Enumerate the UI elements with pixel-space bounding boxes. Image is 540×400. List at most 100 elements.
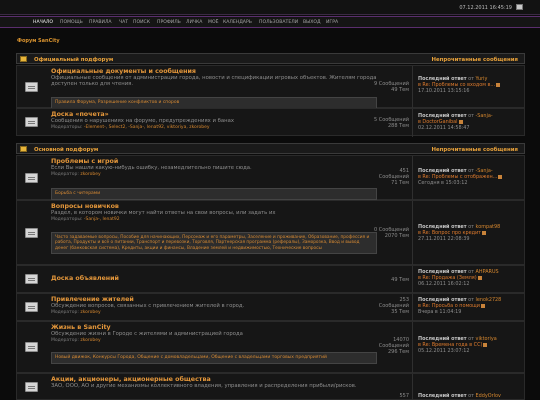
top-bar: 07.12.2011 16:45:19 xyxy=(0,0,540,15)
last-post: Последний ответ от -Sanja- в Re: Проблем… xyxy=(418,168,529,186)
nav-logout[interactable]: ВЫХОД xyxy=(303,20,321,25)
subforums[interactable]: Борьба с читерами xyxy=(51,188,377,200)
divider xyxy=(412,266,413,294)
unread-link[interactable]: Непрочитанные сообщения xyxy=(432,147,519,153)
breadcrumb[interactable]: Форум SanCity xyxy=(17,38,60,44)
goto-last-icon[interactable] xyxy=(498,174,503,179)
last-post: Последний ответ от viktoriya в Re: Време… xyxy=(418,336,529,354)
forum-description: Обсуждение вопросов, связанных с привлеч… xyxy=(51,303,245,309)
goto-last-icon[interactable] xyxy=(483,342,488,347)
category-icon xyxy=(20,56,27,62)
window-icon[interactable] xyxy=(516,4,523,10)
nav-chat[interactable]: ЧАТ xyxy=(119,20,128,25)
last-post: Последний ответ от AHPARUS в Re: Продажа… xyxy=(418,269,529,287)
divider xyxy=(412,109,413,137)
divider xyxy=(412,322,413,374)
nav-mine[interactable]: МОЁ xyxy=(208,20,218,25)
datetime: 07.12.2011 16:45:19 xyxy=(459,5,512,11)
last-post-date: 06.12.2011 16:02:12 xyxy=(418,281,470,287)
moderators: Модераторы: -Element-, Select2, -Sanja-,… xyxy=(51,125,210,130)
moderators: Модератор: zkorobey xyxy=(51,338,101,343)
forum-row: Официальные документы и сообщения Официа… xyxy=(16,65,525,109)
forum-read-icon xyxy=(25,81,38,92)
last-post-user[interactable]: -Sanja- xyxy=(476,113,493,119)
topic-count: 288 Тем xyxy=(387,123,409,129)
nav-messages[interactable]: ЛИЧКА xyxy=(186,20,202,25)
forum-row: Акции, акционеры, акционерные общества З… xyxy=(16,373,525,400)
category-title[interactable]: Основной подфорум xyxy=(34,147,98,153)
forum-title[interactable]: Вопросы новичков xyxy=(51,203,377,210)
subforums[interactable]: Новый движок, Конкурсы Города, Общение с… xyxy=(51,352,377,364)
topic-count: 71 Тем xyxy=(391,180,409,186)
forum-title[interactable]: Проблемы с игрой xyxy=(51,158,377,165)
divider xyxy=(412,201,413,266)
last-post-date: Вчера в 11:04:19 xyxy=(418,309,462,315)
last-post: Последний ответ от Yuriy в Re: Проблемы … xyxy=(418,76,529,94)
forum-stats: 14070 Сообщений 296 Тем xyxy=(373,337,409,355)
nav-help[interactable]: ПОМОЩЬ xyxy=(60,20,83,25)
forum-description: Официальные сообщения от администрации г… xyxy=(51,75,377,87)
category-icon xyxy=(20,146,27,152)
nav-home[interactable]: НАЧАЛО xyxy=(33,20,53,25)
forum-title[interactable]: Жизнь в SanCity xyxy=(51,324,377,331)
nav-users[interactable]: ПОЛЬЗОВАТЕЛИ xyxy=(259,20,298,25)
divider xyxy=(412,294,413,322)
moderators: Модератор: zkorobey xyxy=(51,172,101,177)
forum-read-icon xyxy=(25,302,38,312)
last-post: Последний ответ от kompat98 в Re: Вопрос… xyxy=(418,224,529,242)
subforums[interactable]: Часто задаваемые вопросы, Пособие для на… xyxy=(51,232,377,254)
forum-description: Раздел, в котором новички могут найти от… xyxy=(51,210,276,216)
last-post: Последний ответ от -Sanja- в DoctorGanib… xyxy=(418,113,529,131)
forum-description: Сообщения о нарушениях на форуме, предуп… xyxy=(51,118,234,124)
forum-row: Жизнь в SanCity Обсуждение жизни в Город… xyxy=(16,321,525,374)
goto-last-icon[interactable] xyxy=(477,275,482,280)
topic-count: 296 Тем xyxy=(387,349,409,355)
divider xyxy=(412,66,413,109)
category-header-official: Официальный подфорум Непрочитанные сообщ… xyxy=(16,53,525,64)
topic-count: 49 Тем xyxy=(391,277,409,283)
forum-stats: 0 Сообщений 2070 Тем xyxy=(373,227,409,239)
goto-last-icon[interactable] xyxy=(458,119,463,124)
last-post-date: 17.10.2011 13:15:16 xyxy=(418,88,470,94)
nav-search[interactable]: ПОИСК xyxy=(133,20,150,25)
goto-last-icon[interactable] xyxy=(496,82,501,87)
moderators: Модераторы: -Sanja-, lenat92 xyxy=(51,217,120,222)
topic-count: 49 Тем xyxy=(391,87,409,93)
forum-stats: 557 xyxy=(373,393,409,399)
divider xyxy=(412,156,413,201)
post-count: 557 xyxy=(399,393,409,399)
forum-read-icon xyxy=(25,172,38,183)
nav-profile[interactable]: ПРОФИЛЬ xyxy=(157,20,181,25)
forum-title[interactable]: Акции, акционеры, акционерные общества xyxy=(51,376,377,383)
forum-read-icon xyxy=(25,227,38,238)
forum-description: Если Вы нашли какую-нибудь ошибку, незам… xyxy=(51,165,252,171)
forum-title[interactable]: Привлечение жителей xyxy=(51,296,377,303)
last-post: Последний ответ от lenok2728 в Re: Прось… xyxy=(418,297,529,315)
forum-stats: 253 Сообщений 35 Тем xyxy=(373,297,409,315)
forum-row: Вопросы новичков Раздел, в котором нович… xyxy=(16,200,525,266)
topic-count: 2070 Тем xyxy=(384,233,409,239)
forum-title[interactable]: Официальные документы и сообщения xyxy=(51,68,377,75)
forum-stats: 451 Сообщений 71 Тем xyxy=(373,168,409,186)
forum-row: Доска «почета» Сообщения о нарушениях на… xyxy=(16,108,525,137)
nav-calendar[interactable]: КАЛЕНДАРЬ xyxy=(223,20,252,25)
main-nav: НАЧАЛО ПОМОЩЬ ПРАВИЛА ЧАТ ПОИСК ПРОФИЛЬ … xyxy=(0,16,540,28)
forum-read-icon xyxy=(25,274,38,284)
topic-count: 35 Тем xyxy=(391,309,409,315)
last-post-date: 02.12.2011 14:58:47 xyxy=(418,125,470,131)
nav-game[interactable]: ИГРА xyxy=(326,20,338,25)
forum-row: Проблемы с игрой Если Вы нашли какую-ниб… xyxy=(16,155,525,201)
last-post-user[interactable]: EddyOrlov xyxy=(476,393,501,399)
divider xyxy=(412,374,413,400)
forum-description: Обсуждение жизни в Городе с жителями и а… xyxy=(51,331,243,337)
forum-stats: 5 Сообщений 288 Тем xyxy=(373,117,409,129)
last-post-date: Сегодня в 15:03:12 xyxy=(418,180,468,186)
last-post-date: 05.12.2011 23:07:12 xyxy=(418,348,470,354)
goto-last-icon[interactable] xyxy=(480,303,485,308)
forum-title[interactable]: Доска «почета» xyxy=(51,111,377,118)
goto-last-icon[interactable] xyxy=(482,230,487,235)
category-title[interactable]: Официальный подфорум xyxy=(34,57,113,63)
nav-rules[interactable]: ПРАВИЛА xyxy=(89,20,112,25)
unread-link[interactable]: Непрочитанные сообщения xyxy=(432,57,519,63)
forum-title[interactable]: Доска объявлений xyxy=(51,275,377,282)
